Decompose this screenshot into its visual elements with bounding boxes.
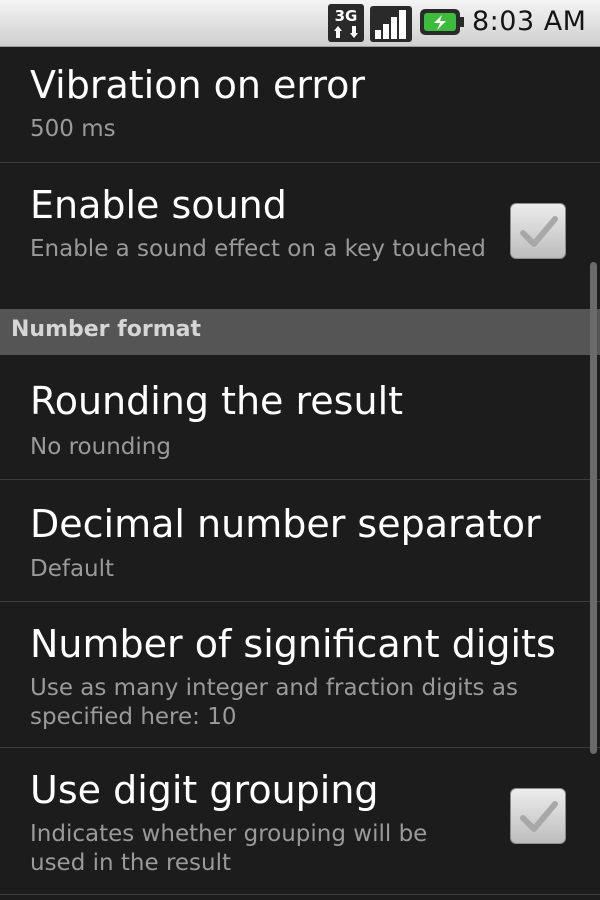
enable-sound-checkbox[interactable] [510,203,566,259]
pref-use-digit-grouping[interactable]: Use digit grouping Indicates whether gro… [0,748,600,894]
pref-title: Vibration on error [30,63,366,107]
pref-summary: Default [30,556,115,582]
status-time: 8:03 AM [472,6,587,37]
pref-title: Rounding the result [30,379,404,423]
pref-title: Number of significant digits [30,622,556,666]
pref-title: Decimal number separator [30,502,541,546]
use-digit-grouping-checkbox[interactable] [510,788,566,844]
pref-enable-sound[interactable]: Enable sound Enable a sound effect on a … [0,163,600,309]
checkmark-icon [520,801,558,832]
settings-screen: 3G 8:03 AM Vibration on error 500 ms Ena… [0,0,600,900]
status-bar: 3G 8:03 AM [0,0,600,47]
pref-title: Enable sound [30,183,287,227]
preference-list: Vibration on error 500 ms Enable sound E… [0,47,600,900]
pref-number-of-significant-digits[interactable]: Number of significant digits Use as many… [0,602,600,747]
pref-summary: Use as many integer and fraction digits … [30,675,518,730]
pref-summary: No rounding [30,434,171,460]
3g-data-icon: 3G [328,4,364,42]
pref-summary: Indicates whether grouping will be used … [30,821,428,876]
pref-vibration-on-error[interactable]: Vibration on error 500 ms [0,47,600,162]
pref-decimal-number-separator[interactable]: Decimal number separator Default [0,480,600,601]
signal-strength-icon [370,6,412,42]
category-header-number-format: Number format [0,309,600,355]
scrollbar[interactable] [590,262,597,754]
battery-charging-icon [420,9,464,35]
checkmark-icon [520,216,558,247]
pref-summary: Enable a sound effect on a key touched [30,236,486,262]
network-type-label: 3G [335,7,358,25]
category-label: Number format [11,317,201,342]
list-divider [0,894,600,895]
pref-rounding-the-result[interactable]: Rounding the result No rounding [0,355,600,479]
pref-summary: 500 ms [30,116,116,142]
pref-title: Use digit grouping [30,768,379,812]
